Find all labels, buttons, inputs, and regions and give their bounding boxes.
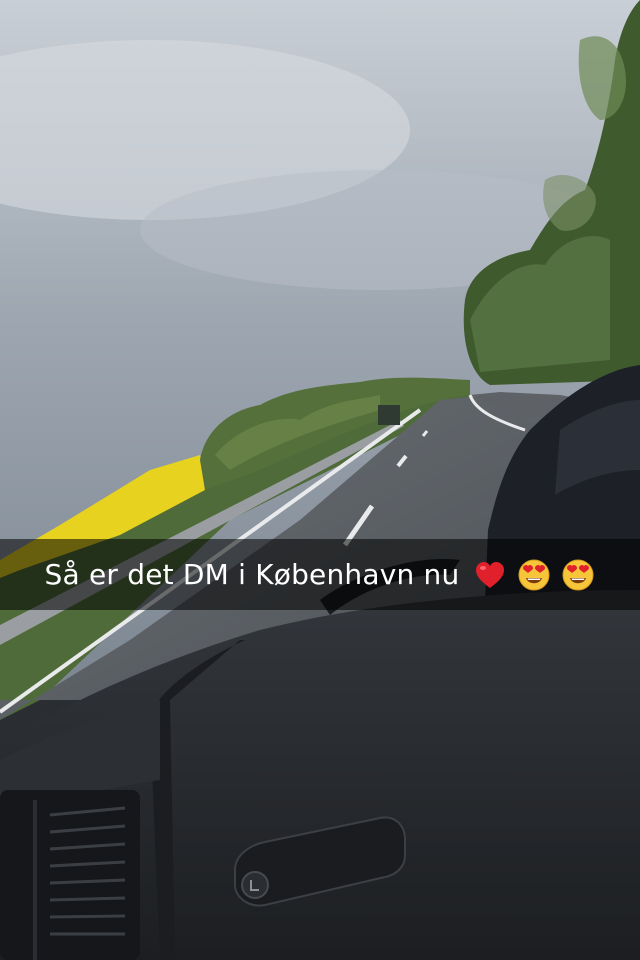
- caption: Så er det DM i København nu: [45, 558, 596, 592]
- caption-text: Så er det DM i København nu: [44, 558, 460, 591]
- distant-truck: [378, 405, 400, 425]
- heart-eyes-face-icon: [517, 558, 551, 592]
- red-heart-icon: [473, 558, 507, 592]
- snap-caption-bar[interactable]: Så er det DM i København nu: [0, 539, 640, 610]
- heart-eyes-face-icon: [561, 558, 595, 592]
- car-window-photo: [0, 0, 640, 960]
